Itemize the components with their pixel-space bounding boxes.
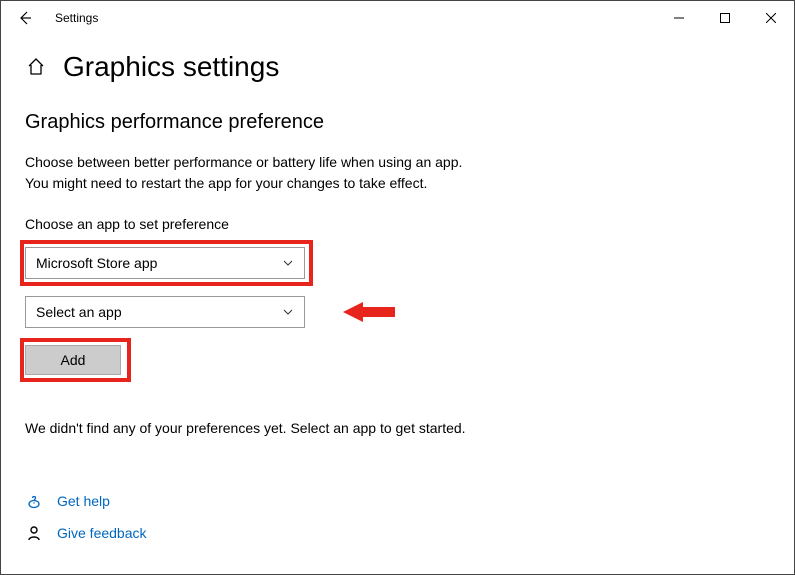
footer-links: Get help Give feedback <box>25 492 770 542</box>
content-area: Graphics settings Graphics performance p… <box>1 35 794 542</box>
app-select-dropdown[interactable]: Select an app <box>25 296 305 328</box>
home-icon-svg <box>26 57 46 77</box>
arrow-shaft <box>363 307 395 317</box>
arrow-head-icon <box>343 302 363 322</box>
give-feedback-link[interactable]: Give feedback <box>25 524 770 542</box>
add-button[interactable]: Add <box>25 345 121 375</box>
close-button[interactable] <box>748 2 794 34</box>
maximize-button[interactable] <box>702 2 748 34</box>
back-button[interactable] <box>9 2 41 34</box>
window-title: Settings <box>55 11 98 25</box>
app-select-row: Select an app <box>25 296 770 328</box>
back-arrow-icon <box>17 10 33 26</box>
app-type-dropdown[interactable]: Microsoft Store app <box>25 247 305 279</box>
description-line-2: You might need to restart the app for yo… <box>25 175 427 191</box>
settings-window: Settings Graphics settings Graphics perf… <box>0 0 795 575</box>
app-select-value: Select an app <box>36 304 122 320</box>
page-header: Graphics settings <box>25 51 770 83</box>
section-heading: Graphics performance preference <box>25 111 770 134</box>
annotation-arrow <box>343 302 395 322</box>
chevron-down-icon <box>282 306 294 318</box>
minimize-button[interactable] <box>656 2 702 34</box>
highlight-app-type: Microsoft Store app <box>20 240 313 286</box>
section-description: Choose between better performance or bat… <box>25 152 770 194</box>
description-line-1: Choose between better performance or bat… <box>25 154 462 170</box>
help-icon <box>25 492 43 510</box>
give-feedback-label: Give feedback <box>57 525 147 541</box>
minimize-icon <box>674 13 684 23</box>
get-help-link[interactable]: Get help <box>25 492 770 510</box>
page-title: Graphics settings <box>63 51 279 83</box>
empty-state-text: We didn't find any of your preferences y… <box>25 420 770 436</box>
get-help-label: Get help <box>57 493 110 509</box>
app-type-row: Microsoft Store app <box>25 240 770 286</box>
highlight-add-button: Add <box>20 338 131 382</box>
close-icon <box>766 13 776 23</box>
titlebar: Settings <box>1 1 794 35</box>
app-type-value: Microsoft Store app <box>36 255 157 271</box>
window-controls <box>656 2 794 34</box>
chevron-down-icon <box>282 257 294 269</box>
add-button-label: Add <box>61 352 86 368</box>
home-icon[interactable] <box>25 56 47 78</box>
feedback-icon <box>25 524 43 542</box>
choose-app-label: Choose an app to set preference <box>25 216 770 232</box>
maximize-icon <box>720 13 730 23</box>
